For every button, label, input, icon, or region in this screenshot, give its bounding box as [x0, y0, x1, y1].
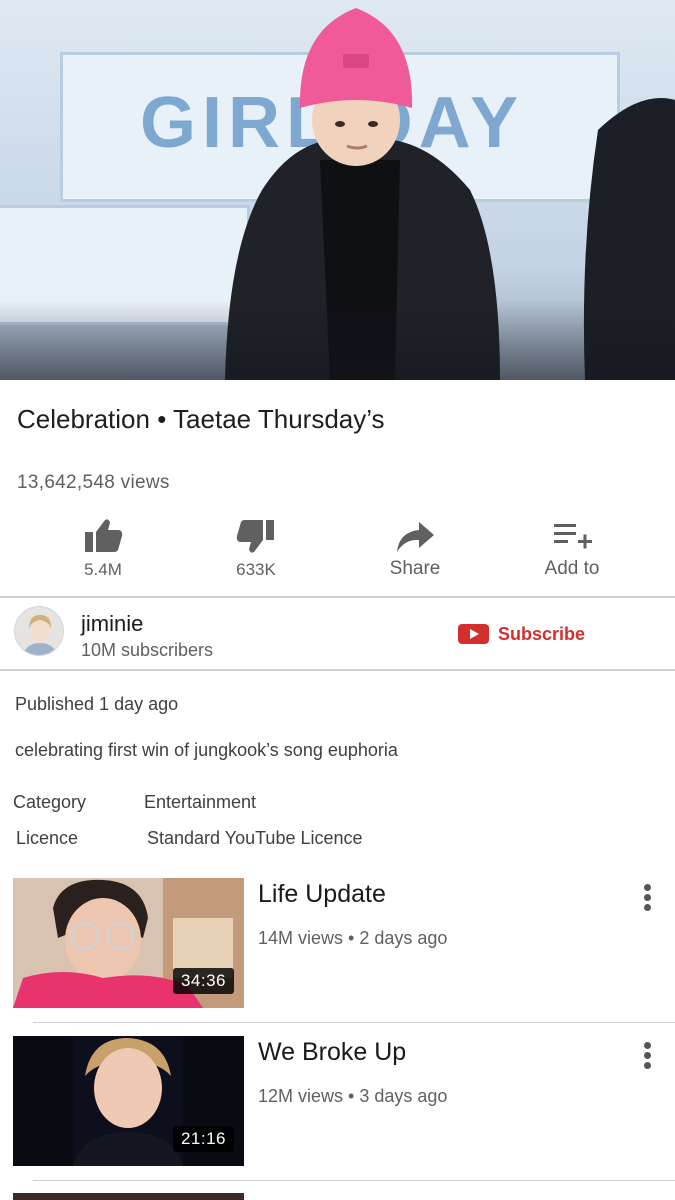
divider: [33, 1022, 675, 1023]
share-arrow-icon: [397, 522, 434, 552]
video-duration: 34:36: [172, 968, 234, 994]
related-video-title[interactable]: We Broke Up: [258, 1038, 406, 1067]
dislike-button[interactable]: 633K: [186, 508, 326, 598]
avatar-image: [15, 607, 63, 655]
avatar[interactable]: [14, 606, 64, 656]
related-video-meta: 12M views • 3 days ago: [258, 1086, 448, 1106]
divider: [0, 669, 675, 671]
video-description: celebrating first win of jungkook’s song…: [15, 740, 398, 760]
add-to-button[interactable]: Add to: [502, 508, 642, 598]
divider: [0, 596, 675, 598]
add-to-label: Add to: [544, 558, 600, 579]
subscriber-count: 10M subscribers: [81, 640, 214, 660]
related-video-item-partial[interactable]: [13, 1193, 244, 1200]
licence-label: Licence: [16, 828, 79, 848]
related-video-item[interactable]: 34:36 Life Update 14M views • 2 days ago: [0, 872, 675, 1012]
youtube-play-icon: [458, 624, 489, 644]
thumbs-down-icon: [236, 520, 274, 553]
video-thumbnail[interactable]: 21:16: [13, 1036, 244, 1166]
share-button[interactable]: Share: [345, 508, 485, 598]
category-label: Category: [13, 792, 87, 812]
view-count: 13,642,548 views: [17, 472, 170, 493]
playlist-add-icon: [554, 524, 592, 549]
action-bar: 5.4M 633K Share Add to: [0, 508, 675, 598]
subscribe-label: Subscribe: [498, 623, 586, 644]
stage-shadow: [0, 300, 675, 380]
thumbs-up-icon: [85, 519, 123, 552]
subscribe-button[interactable]: Subscribe: [458, 622, 585, 646]
licence-value[interactable]: Standard YouTube Licence: [147, 828, 363, 849]
video-player[interactable]: GIRL DAY: [0, 0, 675, 380]
related-video-item[interactable]: 21:16 We Broke Up 12M views • 3 days ago: [0, 1030, 675, 1170]
divider: [33, 1180, 675, 1181]
video-thumbnail[interactable]: 34:36: [13, 878, 244, 1008]
more-options-icon[interactable]: [636, 882, 658, 914]
like-button[interactable]: 5.4M: [33, 508, 173, 598]
more-options-icon[interactable]: [636, 1040, 658, 1072]
channel-name[interactable]: jiminie: [81, 611, 143, 637]
dislike-count: 633K: [236, 560, 276, 579]
related-video-title[interactable]: Life Update: [258, 880, 386, 909]
video-title: Celebration • Taetae Thursday’s: [17, 404, 385, 434]
publish-date: Published 1 day ago: [15, 694, 179, 714]
share-label: Share: [389, 558, 441, 579]
related-video-meta: 14M views • 2 days ago: [258, 928, 448, 948]
like-count: 5.4M: [84, 560, 122, 579]
video-duration: 21:16: [172, 1126, 234, 1152]
category-value[interactable]: Entertainment: [144, 792, 256, 813]
